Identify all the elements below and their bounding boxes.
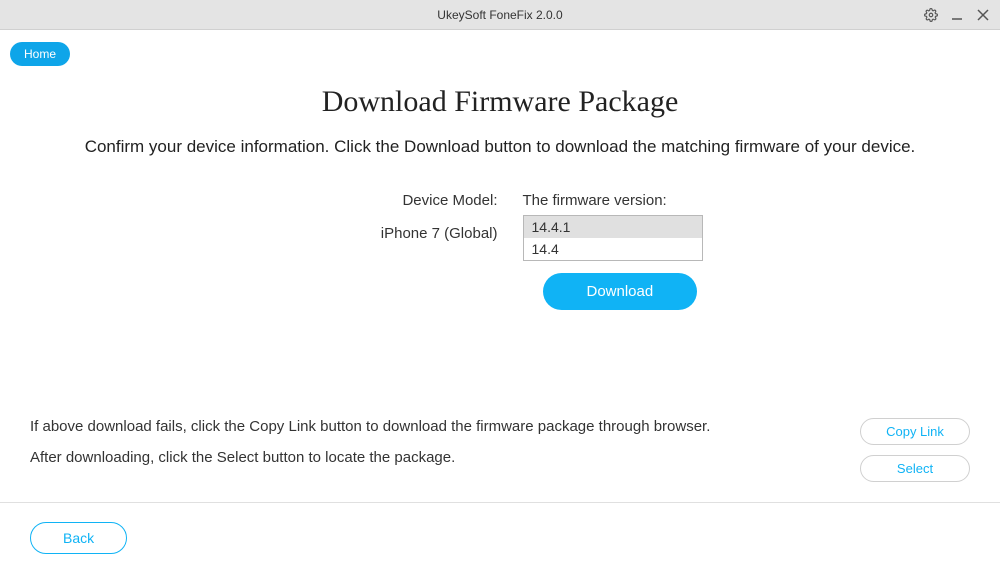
form-area: Device Model: iPhone 7 (Global) The firm… — [0, 192, 1000, 310]
firmware-option-1[interactable]: 14.4.1 — [524, 216, 702, 238]
bottom-buttons: Copy Link Select — [860, 418, 970, 482]
close-icon[interactable] — [976, 8, 990, 22]
fallback-text-2: After downloading, click the Select butt… — [30, 449, 860, 466]
back-button[interactable]: Back — [30, 522, 127, 554]
device-model-value: iPhone 7 (Global) — [198, 225, 498, 242]
bottom-text: If above download fails, click the Copy … — [30, 418, 860, 480]
home-button[interactable]: Home — [10, 42, 70, 66]
firmware-version-label: The firmware version: — [523, 192, 803, 209]
firmware-option-2[interactable]: 14.4 — [524, 238, 702, 260]
footer: Back — [0, 502, 1000, 572]
gear-icon[interactable] — [924, 8, 938, 22]
download-button[interactable]: Download — [543, 273, 698, 310]
device-model-label: Device Model: — [198, 192, 498, 209]
window-title: UkeySoft FoneFix 2.0.0 — [437, 8, 562, 22]
copy-link-button[interactable]: Copy Link — [860, 418, 970, 445]
select-button[interactable]: Select — [860, 455, 970, 482]
bottom-section: If above download fails, click the Copy … — [0, 418, 1000, 482]
fallback-text-1: If above download fails, click the Copy … — [30, 418, 860, 435]
main-content: Download Firmware Package Confirm your d… — [0, 30, 1000, 310]
titlebar-controls — [924, 0, 990, 29]
device-model-column: Device Model: iPhone 7 (Global) — [198, 192, 498, 310]
page-subtitle: Confirm your device information. Click t… — [0, 137, 1000, 157]
firmware-column: The firmware version: 14.4.1 14.4 Downlo… — [523, 192, 803, 310]
page-title: Download Firmware Package — [0, 85, 1000, 119]
titlebar: UkeySoft FoneFix 2.0.0 — [0, 0, 1000, 30]
minimize-icon[interactable] — [950, 8, 964, 22]
firmware-version-listbox[interactable]: 14.4.1 14.4 — [523, 215, 703, 261]
